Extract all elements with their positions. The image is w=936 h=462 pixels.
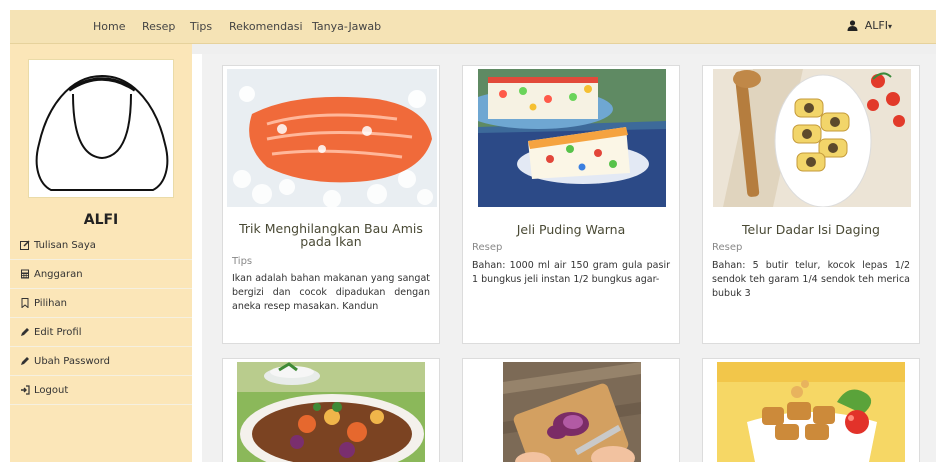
sidebar-item-pilihan[interactable]: Pilihan bbox=[10, 289, 192, 318]
nav-rekomendasi[interactable]: Rekomendasi bbox=[229, 20, 303, 33]
sidebar-item-label: Pilihan bbox=[34, 297, 67, 309]
sidebar-item-edit-profil[interactable]: Edit Profil bbox=[10, 318, 192, 347]
edit-square-icon bbox=[20, 240, 30, 250]
stuffed-omelette-rolls-image bbox=[713, 69, 911, 207]
avatar bbox=[28, 59, 174, 198]
card-category: Tips bbox=[232, 256, 253, 267]
caret-down-icon: ▾ bbox=[887, 22, 892, 31]
card-description: Bahan: 5 butir telur, kocok lepas 1/2 se… bbox=[712, 260, 910, 299]
sidebar-menu: Tulisan Saya Anggaran Pilihan Edit Profi… bbox=[10, 231, 192, 405]
card-title[interactable]: Trik Menghilangkan Bau Amis pada Ikan bbox=[231, 222, 431, 248]
colorful-jelly-pudding-image bbox=[478, 69, 666, 207]
avatar-hijab-icon bbox=[35, 74, 169, 191]
sidebar-item-label: Anggaran bbox=[34, 268, 83, 280]
card-description: Bahan: 1000 ml air 150 gram gula pasir 1… bbox=[472, 260, 670, 285]
sidebar-item-logout[interactable]: Logout bbox=[10, 376, 192, 405]
user-name: ALFI bbox=[864, 19, 888, 32]
article-card[interactable] bbox=[462, 358, 680, 462]
pencil-icon bbox=[21, 328, 29, 336]
sidebar-item-label: Tulisan Saya bbox=[34, 239, 96, 251]
article-card[interactable]: Telur Dadar Isi Daging Resep Bahan: 5 bu… bbox=[702, 65, 920, 344]
sidebar: ALFI Tulisan Saya Anggaran Pilihan Edit … bbox=[10, 44, 192, 462]
user-menu-dropdown[interactable]: ALFI▾ bbox=[847, 19, 892, 32]
fried-tofu-dish-image bbox=[717, 362, 905, 462]
card-category: Resep bbox=[712, 242, 743, 253]
vegetable-stew-image bbox=[237, 362, 425, 462]
sidebar-user-name: ALFI bbox=[83, 212, 119, 228]
sidebar-item-ubah-password[interactable]: Ubah Password bbox=[10, 347, 192, 376]
slicing-red-onion-image bbox=[503, 362, 641, 462]
sidebar-item-label: Logout bbox=[34, 384, 69, 396]
sidebar-item-tulisan-saya[interactable]: Tulisan Saya bbox=[10, 231, 192, 260]
article-card[interactable] bbox=[702, 358, 920, 462]
article-card[interactable]: Trik Menghilangkan Bau Amis pada Ikan Ti… bbox=[222, 65, 440, 344]
sidebar-item-label: Edit Profil bbox=[34, 326, 82, 338]
card-title[interactable]: Telur Dadar Isi Daging bbox=[711, 223, 911, 236]
nav-home[interactable]: Home bbox=[93, 20, 125, 33]
card-category: Resep bbox=[472, 242, 503, 253]
card-title[interactable]: Jeli Puding Warna bbox=[471, 223, 671, 236]
article-card[interactable] bbox=[222, 358, 440, 462]
sidebar-item-label: Ubah Password bbox=[34, 355, 111, 367]
calculator-icon bbox=[21, 269, 29, 279]
nav-resep[interactable]: Resep bbox=[142, 20, 175, 33]
logout-icon bbox=[21, 385, 30, 395]
user-icon bbox=[847, 20, 858, 31]
salmon-on-ice-image bbox=[227, 69, 437, 207]
top-navbar: Home Resep Tips Rekomendasi Tanya-Jawab … bbox=[10, 10, 936, 44]
nav-tanya-jawab[interactable]: Tanya-Jawab bbox=[312, 20, 381, 33]
card-description: Ikan adalah bahan makanan yang sangat be… bbox=[232, 273, 430, 312]
pencil-icon bbox=[21, 357, 29, 365]
sidebar-item-anggaran[interactable]: Anggaran bbox=[10, 260, 192, 289]
bookmark-icon bbox=[21, 298, 29, 308]
nav-tips[interactable]: Tips bbox=[190, 20, 212, 33]
article-card[interactable]: Jeli Puding Warna Resep Bahan: 1000 ml a… bbox=[462, 65, 680, 344]
